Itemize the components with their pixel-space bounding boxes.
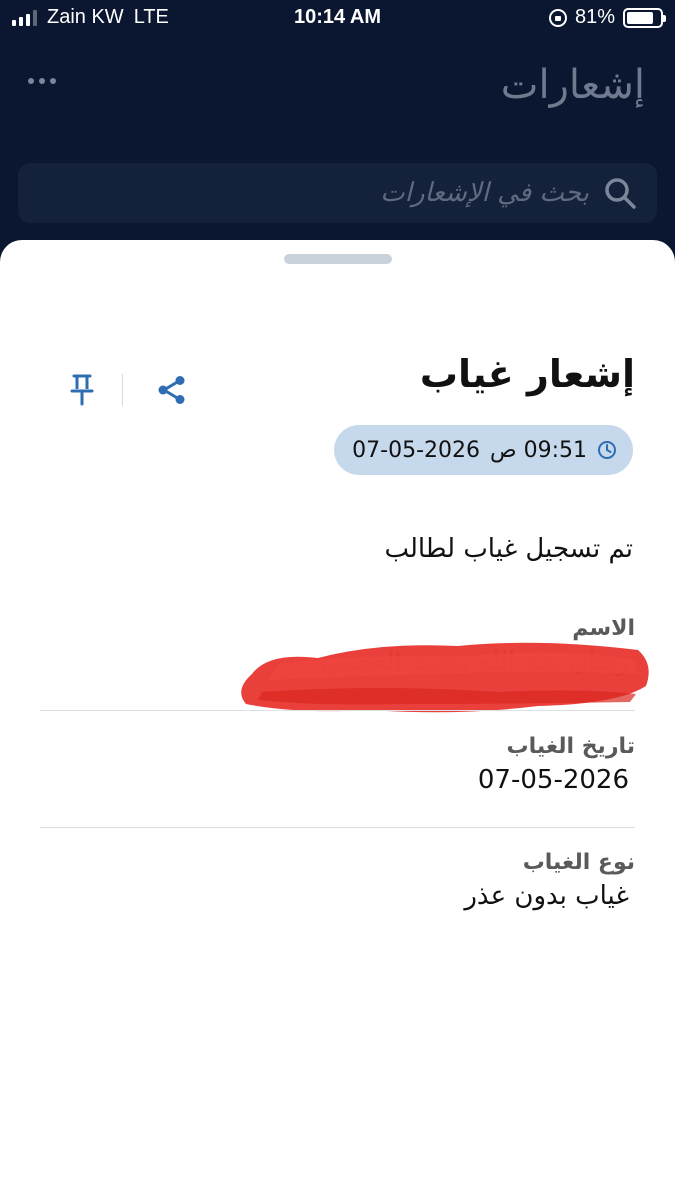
field-label: نوع الغياب xyxy=(522,850,635,875)
search-icon xyxy=(605,178,636,209)
share-button[interactable] xyxy=(149,368,193,412)
ellipsis-icon[interactable] xyxy=(28,78,56,84)
rotation-lock-icon xyxy=(548,8,567,27)
field-separator xyxy=(40,827,635,828)
notification-actions xyxy=(60,368,193,412)
notification-date: 07-05-2026 xyxy=(352,437,480,463)
search-input[interactable] xyxy=(18,178,589,208)
notification-sheet: إشعار غياب 09:51 ص 07-05-2026 تم تسجيل غ… xyxy=(0,240,675,1200)
pin-button[interactable] xyxy=(60,368,104,412)
clock-icon xyxy=(598,441,616,459)
page-title: إشعارات xyxy=(500,62,645,108)
field-absence-type: نوع الغياب غياب بدون عذر xyxy=(40,850,635,911)
timestamp-badge: 09:51 ص 07-05-2026 xyxy=(334,425,633,475)
share-icon xyxy=(158,376,185,404)
battery-icon xyxy=(623,7,666,28)
field-separator xyxy=(40,710,635,711)
field-value: غياب بدون عذر xyxy=(464,881,629,911)
field-absence-date: تاريخ الغياب 07-05-2026 xyxy=(40,734,635,795)
sheet-grabber[interactable] xyxy=(284,254,392,264)
field-value: 07-05-2026 xyxy=(477,765,629,795)
notification-title: إشعار غياب xyxy=(419,352,635,396)
search-bar[interactable] xyxy=(18,163,657,223)
action-divider xyxy=(122,374,123,406)
status-right: 81% xyxy=(548,6,666,29)
field-label: تاريخ الغياب xyxy=(506,734,635,759)
redaction-mark xyxy=(241,642,649,713)
notification-message: تم تسجيل غياب لطالب xyxy=(384,534,633,564)
notification-time: 09:51 ص xyxy=(490,437,587,463)
battery-percent: 81% xyxy=(574,6,615,28)
pin-icon xyxy=(70,374,94,406)
battery-fill xyxy=(627,11,653,24)
header: إشعارات xyxy=(0,40,675,150)
status-bar: Zain KW LTE 10:14 AM 81% xyxy=(0,0,675,38)
